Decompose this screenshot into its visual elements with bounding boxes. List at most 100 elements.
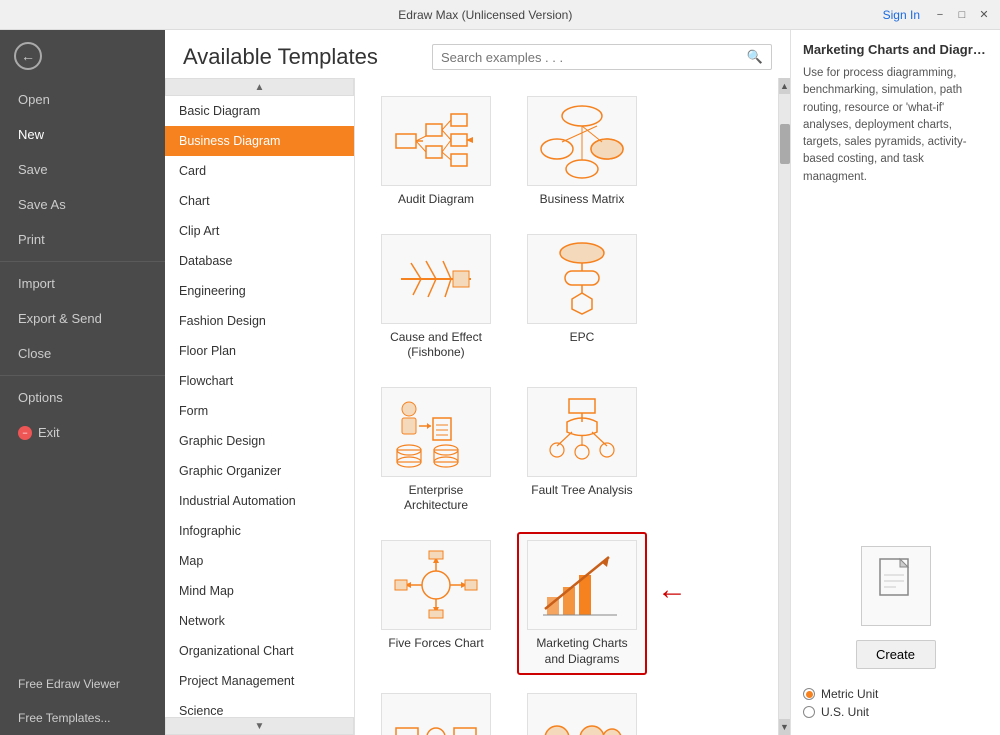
us-unit-label: U.S. Unit xyxy=(821,705,869,719)
five-forces-label: Five Forces Chart xyxy=(388,636,483,652)
titlebar: Edraw Max (Unlicensed Version) Sign In −… xyxy=(0,0,1000,30)
template-fault-tree[interactable]: Fault Tree Analysis xyxy=(517,379,647,507)
sidebar-item-free-templates[interactable]: Free Templates... xyxy=(0,701,165,735)
marketing-charts-icon xyxy=(527,540,637,630)
close-button[interactable]: ✕ xyxy=(976,7,992,23)
tpl-graphic-organizer[interactable]: Graphic Organizer xyxy=(165,456,354,486)
tpl-mind-map[interactable]: Mind Map xyxy=(165,576,354,606)
us-radio[interactable] xyxy=(803,706,815,718)
sidebar-divider2 xyxy=(0,375,165,376)
tpl-flowchart[interactable]: Flowchart xyxy=(165,366,354,396)
sidebar-divider xyxy=(0,261,165,262)
tpl-map[interactable]: Map xyxy=(165,546,354,576)
template-enterprise[interactable]: EnterpriseArchitecture xyxy=(371,379,501,522)
tpl-industrial[interactable]: Industrial Automation xyxy=(165,486,354,516)
sidebar-item-import[interactable]: Import xyxy=(0,266,165,301)
right-panel: Marketing Charts and Diagra... Use for p… xyxy=(790,30,1000,735)
audit-diagram-icon xyxy=(381,96,491,186)
tpl-graphic-design[interactable]: Graphic Design xyxy=(165,426,354,456)
template-cause-effect[interactable]: Cause and Effect(Fishbone) xyxy=(371,226,501,369)
sidebar: ← Open New Save Save As Print Import Exp… xyxy=(0,30,165,735)
tpl-network[interactable]: Network xyxy=(165,606,354,636)
template-row5-item1[interactable] xyxy=(371,685,501,735)
template-row5-item2[interactable] xyxy=(517,685,647,735)
minimize-button[interactable]: − xyxy=(932,7,948,23)
tpl-form[interactable]: Form xyxy=(165,396,354,426)
tpl-card[interactable]: Card xyxy=(165,156,354,186)
grid-scroll-thumb[interactable] xyxy=(780,124,790,164)
fault-tree-icon xyxy=(527,387,637,477)
signin-link[interactable]: Sign In xyxy=(883,8,920,22)
tpl-org-chart[interactable]: Organizational Chart xyxy=(165,636,354,666)
tpl-clip-art[interactable]: Clip Art xyxy=(165,216,354,246)
metric-radio[interactable] xyxy=(803,688,815,700)
tpl-project-mgmt[interactable]: Project Management xyxy=(165,666,354,696)
tpl-basic-diagram[interactable]: Basic Diagram xyxy=(165,96,354,126)
grid-scroll-up[interactable]: ▲ xyxy=(779,78,791,94)
template-business-matrix[interactable]: Business Matrix xyxy=(517,88,647,216)
epc-icon xyxy=(527,234,637,324)
back-button[interactable]: ← xyxy=(0,30,165,82)
back-circle-icon: ← xyxy=(14,42,42,70)
tpl-science[interactable]: Science xyxy=(165,696,354,717)
grid-row-1: Audit Diagram xyxy=(371,88,762,216)
metric-unit-option[interactable]: Metric Unit xyxy=(803,687,988,701)
sidebar-item-close[interactable]: Close xyxy=(0,336,165,371)
metric-radio-inner xyxy=(806,691,813,698)
row5-item2-icon xyxy=(527,693,637,735)
tpl-business-diagram[interactable]: Business Diagram xyxy=(165,126,354,156)
grid-row-4: Five Forces Chart xyxy=(371,532,762,675)
cause-effect-label: Cause and Effect(Fishbone) xyxy=(390,330,482,361)
document-icon xyxy=(876,557,916,616)
business-matrix-label: Business Matrix xyxy=(540,192,625,208)
sidebar-item-options[interactable]: Options xyxy=(0,380,165,415)
sidebar-item-save[interactable]: Save xyxy=(0,152,165,187)
search-input[interactable] xyxy=(441,50,747,65)
tpl-engineering[interactable]: Engineering xyxy=(165,276,354,306)
sidebar-item-free-viewer[interactable]: Free Edraw Viewer xyxy=(0,667,165,701)
sidebar-item-saveas[interactable]: Save As xyxy=(0,187,165,222)
template-audit-diagram[interactable]: Audit Diagram xyxy=(371,88,501,216)
search-icon[interactable]: 🔍 xyxy=(747,49,763,65)
template-list-scroll-up[interactable]: ▲ xyxy=(165,78,354,96)
right-panel-preview xyxy=(861,546,931,626)
tpl-floor-plan[interactable]: Floor Plan xyxy=(165,336,354,366)
tpl-fashion-design[interactable]: Fashion Design xyxy=(165,306,354,336)
grid-scroll-down[interactable]: ▼ xyxy=(779,719,791,735)
template-list-scroll-down[interactable]: ▼ xyxy=(165,717,354,735)
create-button[interactable]: Create xyxy=(856,640,936,669)
grid-scroll-track[interactable] xyxy=(779,94,791,719)
enterprise-label: EnterpriseArchitecture xyxy=(404,483,468,514)
sidebar-item-open[interactable]: Open xyxy=(0,82,165,117)
sidebar-item-exit[interactable]: − Exit xyxy=(0,415,165,450)
unit-options: Metric Unit U.S. Unit xyxy=(803,687,988,723)
content-header: Available Templates 🔍 xyxy=(165,30,790,78)
grid-row-2: Cause and Effect(Fishbone) xyxy=(371,226,762,369)
maximize-button[interactable]: □ xyxy=(954,7,970,23)
audit-diagram-label: Audit Diagram xyxy=(398,192,474,208)
sidebar-item-export[interactable]: Export & Send xyxy=(0,301,165,336)
five-forces-icon xyxy=(381,540,491,630)
us-unit-option[interactable]: U.S. Unit xyxy=(803,705,988,719)
tpl-database[interactable]: Database xyxy=(165,246,354,276)
template-epc[interactable]: EPC xyxy=(517,226,647,354)
page-title: Available Templates xyxy=(183,44,378,70)
sidebar-item-new[interactable]: New xyxy=(0,117,165,152)
grid-row-5 xyxy=(371,685,762,735)
grid-scrollbar: ▲ ▼ xyxy=(778,78,790,735)
tpl-chart[interactable]: Chart xyxy=(165,186,354,216)
grid-row-3: EnterpriseArchitecture xyxy=(371,379,762,522)
row5-item1-icon xyxy=(381,693,491,735)
template-grid-wrapper: Audit Diagram xyxy=(355,78,790,735)
fault-tree-label: Fault Tree Analysis xyxy=(531,483,632,499)
template-five-forces[interactable]: Five Forces Chart xyxy=(371,532,501,660)
template-list: ▲ Basic Diagram Business Diagram Card Ch… xyxy=(165,78,355,735)
search-box[interactable]: 🔍 xyxy=(432,44,772,70)
epc-label: EPC xyxy=(570,330,595,346)
tpl-infographic[interactable]: Infographic xyxy=(165,516,354,546)
enterprise-icon xyxy=(381,387,491,477)
template-marketing-charts[interactable]: Marketing Chartsand Diagrams ← xyxy=(517,532,647,675)
sidebar-item-print[interactable]: Print xyxy=(0,222,165,257)
selection-arrow: ← xyxy=(657,575,687,605)
content-body: ▲ Basic Diagram Business Diagram Card Ch… xyxy=(165,78,790,735)
